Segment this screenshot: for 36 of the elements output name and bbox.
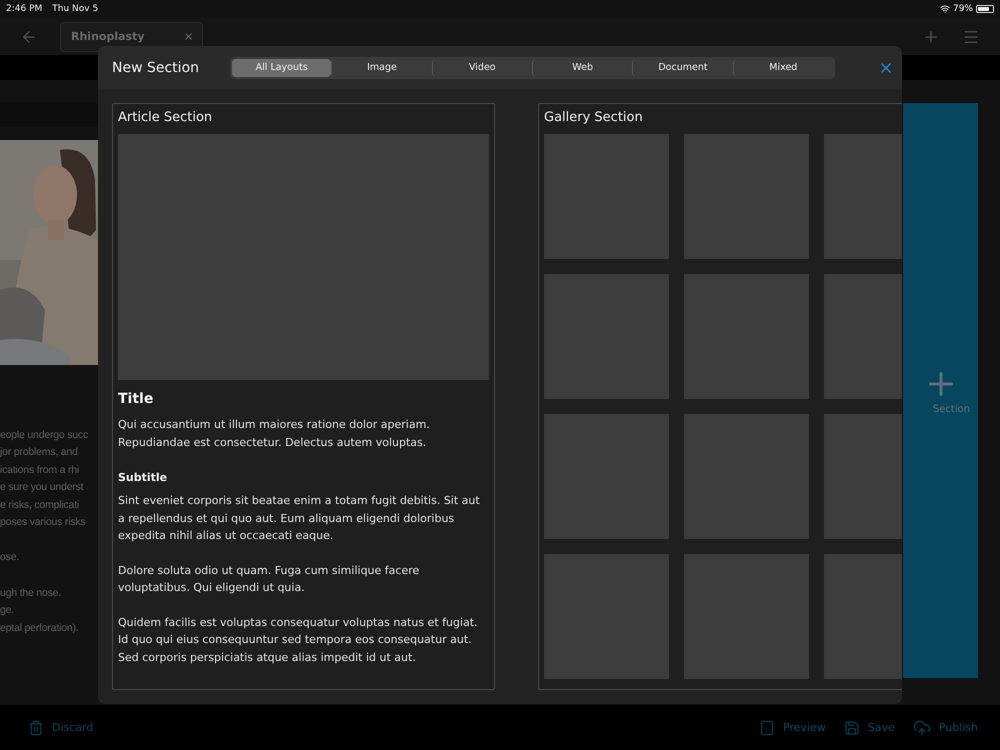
status-date: Thu Nov 5: [52, 4, 98, 14]
article-text-line: ugh the nose.: [0, 586, 62, 601]
battery-icon: [976, 5, 994, 13]
article-text-line: e risks, complicati: [0, 498, 80, 513]
article-title: Title: [118, 391, 154, 407]
close-tab-icon[interactable]: [183, 31, 194, 42]
article-text-line: ge.: [0, 603, 15, 618]
trash-icon: [28, 720, 44, 736]
status-time: 2:46 PM: [6, 4, 42, 14]
article-text-line: jor problems, and: [0, 445, 79, 460]
article-text-line: e sure you underst: [0, 480, 84, 496]
card-title: Article Section: [118, 110, 214, 125]
tablet-icon: [758, 720, 775, 736]
filter-segment[interactable]: Web: [532, 58, 632, 76]
article-paragraph: Quidem facilis est voluptas consequatur voluptas natus et fugiat. Id quo qui eius consequuntur sed tempora eos consequatur aut. Sed corporis perspiciatis atque alias impedit id ut aut.: [118, 614, 479, 666]
article-paragraph: Sint eveniet corporis sit beatae enim a totam fugit debitis. Sit aut a repellendus et qui quo aut. Eum aliquam eligendi doloribus expedita nihil alias ut occaecati eaque.: [118, 493, 481, 544]
article-subtitle: Subtitle: [118, 471, 168, 484]
filter-segment[interactable]: Video: [432, 58, 532, 76]
article-text-line: eptal perforation).: [0, 620, 80, 636]
article-text-line: poses various risks: [0, 515, 86, 530]
article-text-line: ose.: [0, 550, 20, 566]
article-text-line: eople undergo succ: [0, 428, 90, 443]
gallery-section-card[interactable]: Gallery Section: [538, 103, 902, 690]
wifi-icon: [940, 4, 950, 14]
filter-segment[interactable]: All Layouts: [232, 58, 332, 76]
article-paragraph: Dolore soluta odio ut quam. Fuga cum similique facere voluptatibus. Qui eligendi ut quia.: [118, 562, 420, 596]
battery-percent: 79%: [952, 4, 973, 14]
article-paragraph: Qui accusantium ut illum maiores ratione dolor aperiam. Repudiandae est consectetur. Delectus autem voluptas.: [118, 417, 431, 450]
filter-segment[interactable]: Document: [632, 58, 733, 76]
card-title: Gallery Section: [544, 110, 644, 125]
article-section-card[interactable]: [112, 103, 495, 690]
filter-segment[interactable]: Image: [331, 58, 432, 76]
dialog-title: New Section: [112, 60, 200, 76]
cloud-upload-icon: [912, 718, 931, 736]
filter-segment[interactable]: Mixed: [732, 58, 833, 76]
article-text-line: ications from a rhi: [0, 462, 80, 478]
